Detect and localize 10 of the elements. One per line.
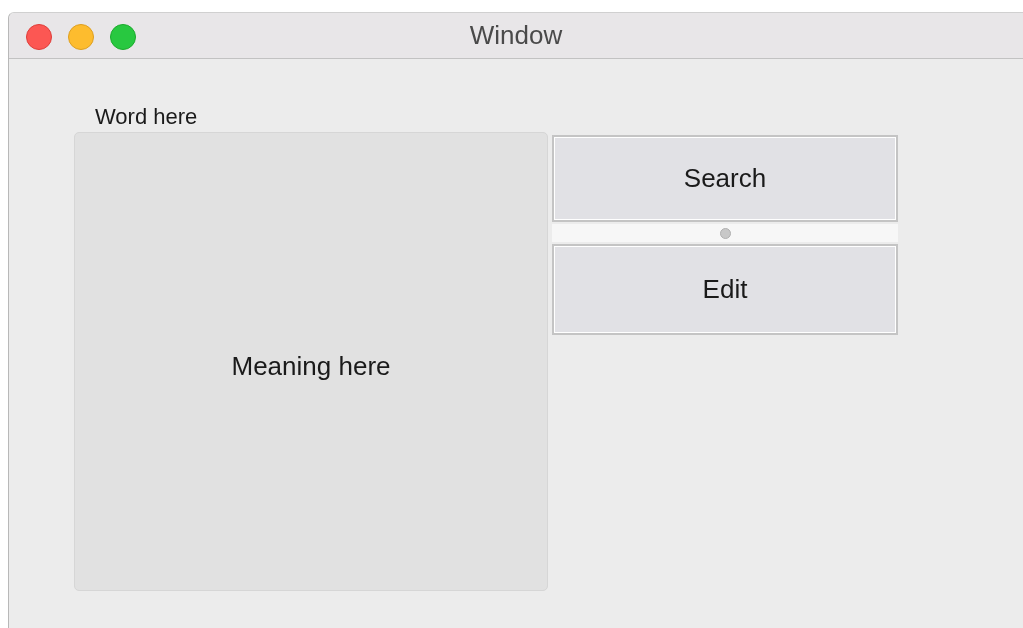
- minimize-button[interactable]: [68, 24, 94, 50]
- zoom-button[interactable]: [110, 24, 136, 50]
- splitter-handle[interactable]: [552, 224, 898, 242]
- action-button[interactable]: Search: [552, 135, 898, 222]
- meaning-text: Meaning here: [231, 351, 391, 382]
- word-label: Word here: [95, 104, 198, 130]
- grip-icon: [719, 227, 731, 239]
- window-title: Window: [469, 20, 563, 51]
- close-button[interactable]: [26, 24, 52, 50]
- action-button[interactable]: Edit: [552, 244, 898, 335]
